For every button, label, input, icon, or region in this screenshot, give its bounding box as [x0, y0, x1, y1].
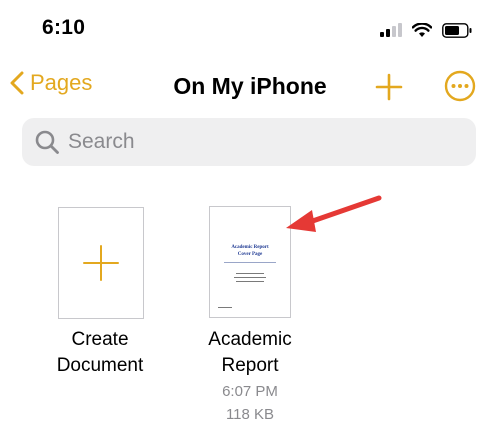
page-title: On My iPhone	[173, 73, 327, 99]
more-options-button[interactable]	[444, 70, 476, 102]
thumbnail-title: Academic Report	[231, 245, 269, 250]
create-document-label-line1: Create	[71, 329, 129, 350]
status-icons	[380, 20, 472, 40]
create-document-label: Create Document	[25, 327, 175, 379]
annotation-arrow-icon	[286, 195, 382, 232]
thumbnail-text-line	[234, 277, 266, 278]
thumbnail-text-line	[224, 262, 276, 263]
search-icon	[35, 130, 59, 154]
thumbnail-text-line	[236, 273, 264, 274]
plus-icon	[83, 245, 119, 281]
ellipsis-circle-icon	[444, 70, 476, 102]
plus-icon	[375, 73, 403, 101]
academic-report-thumbnail[interactable]: Academic Report Cover Page	[209, 206, 291, 318]
academic-report-size: 118 KB	[225, 406, 275, 423]
add-button[interactable]	[374, 72, 404, 102]
battery-icon	[442, 22, 472, 38]
academic-report-label-line2: Report	[221, 355, 279, 376]
academic-report-label: Academic Report	[175, 327, 325, 379]
cellular-signal-icon	[380, 23, 402, 37]
search-bar[interactable]	[22, 118, 476, 166]
thumbnail-text-line	[218, 307, 232, 308]
wifi-icon	[412, 22, 432, 37]
status-bar: 6:10	[0, 0, 500, 60]
academic-report-time: 6:07 PM	[222, 383, 278, 400]
create-document-label-line2: Document	[56, 355, 144, 376]
create-document-tile[interactable]	[58, 207, 144, 319]
thumbnail-subtitle: Cover Page	[237, 252, 263, 257]
thumbnail-text-line	[236, 281, 264, 282]
navigation-bar: Pages On My iPhone	[0, 64, 500, 112]
academic-report-label-line1: Academic	[208, 329, 292, 350]
search-input[interactable]	[66, 129, 450, 155]
status-time: 6:10	[42, 16, 86, 39]
